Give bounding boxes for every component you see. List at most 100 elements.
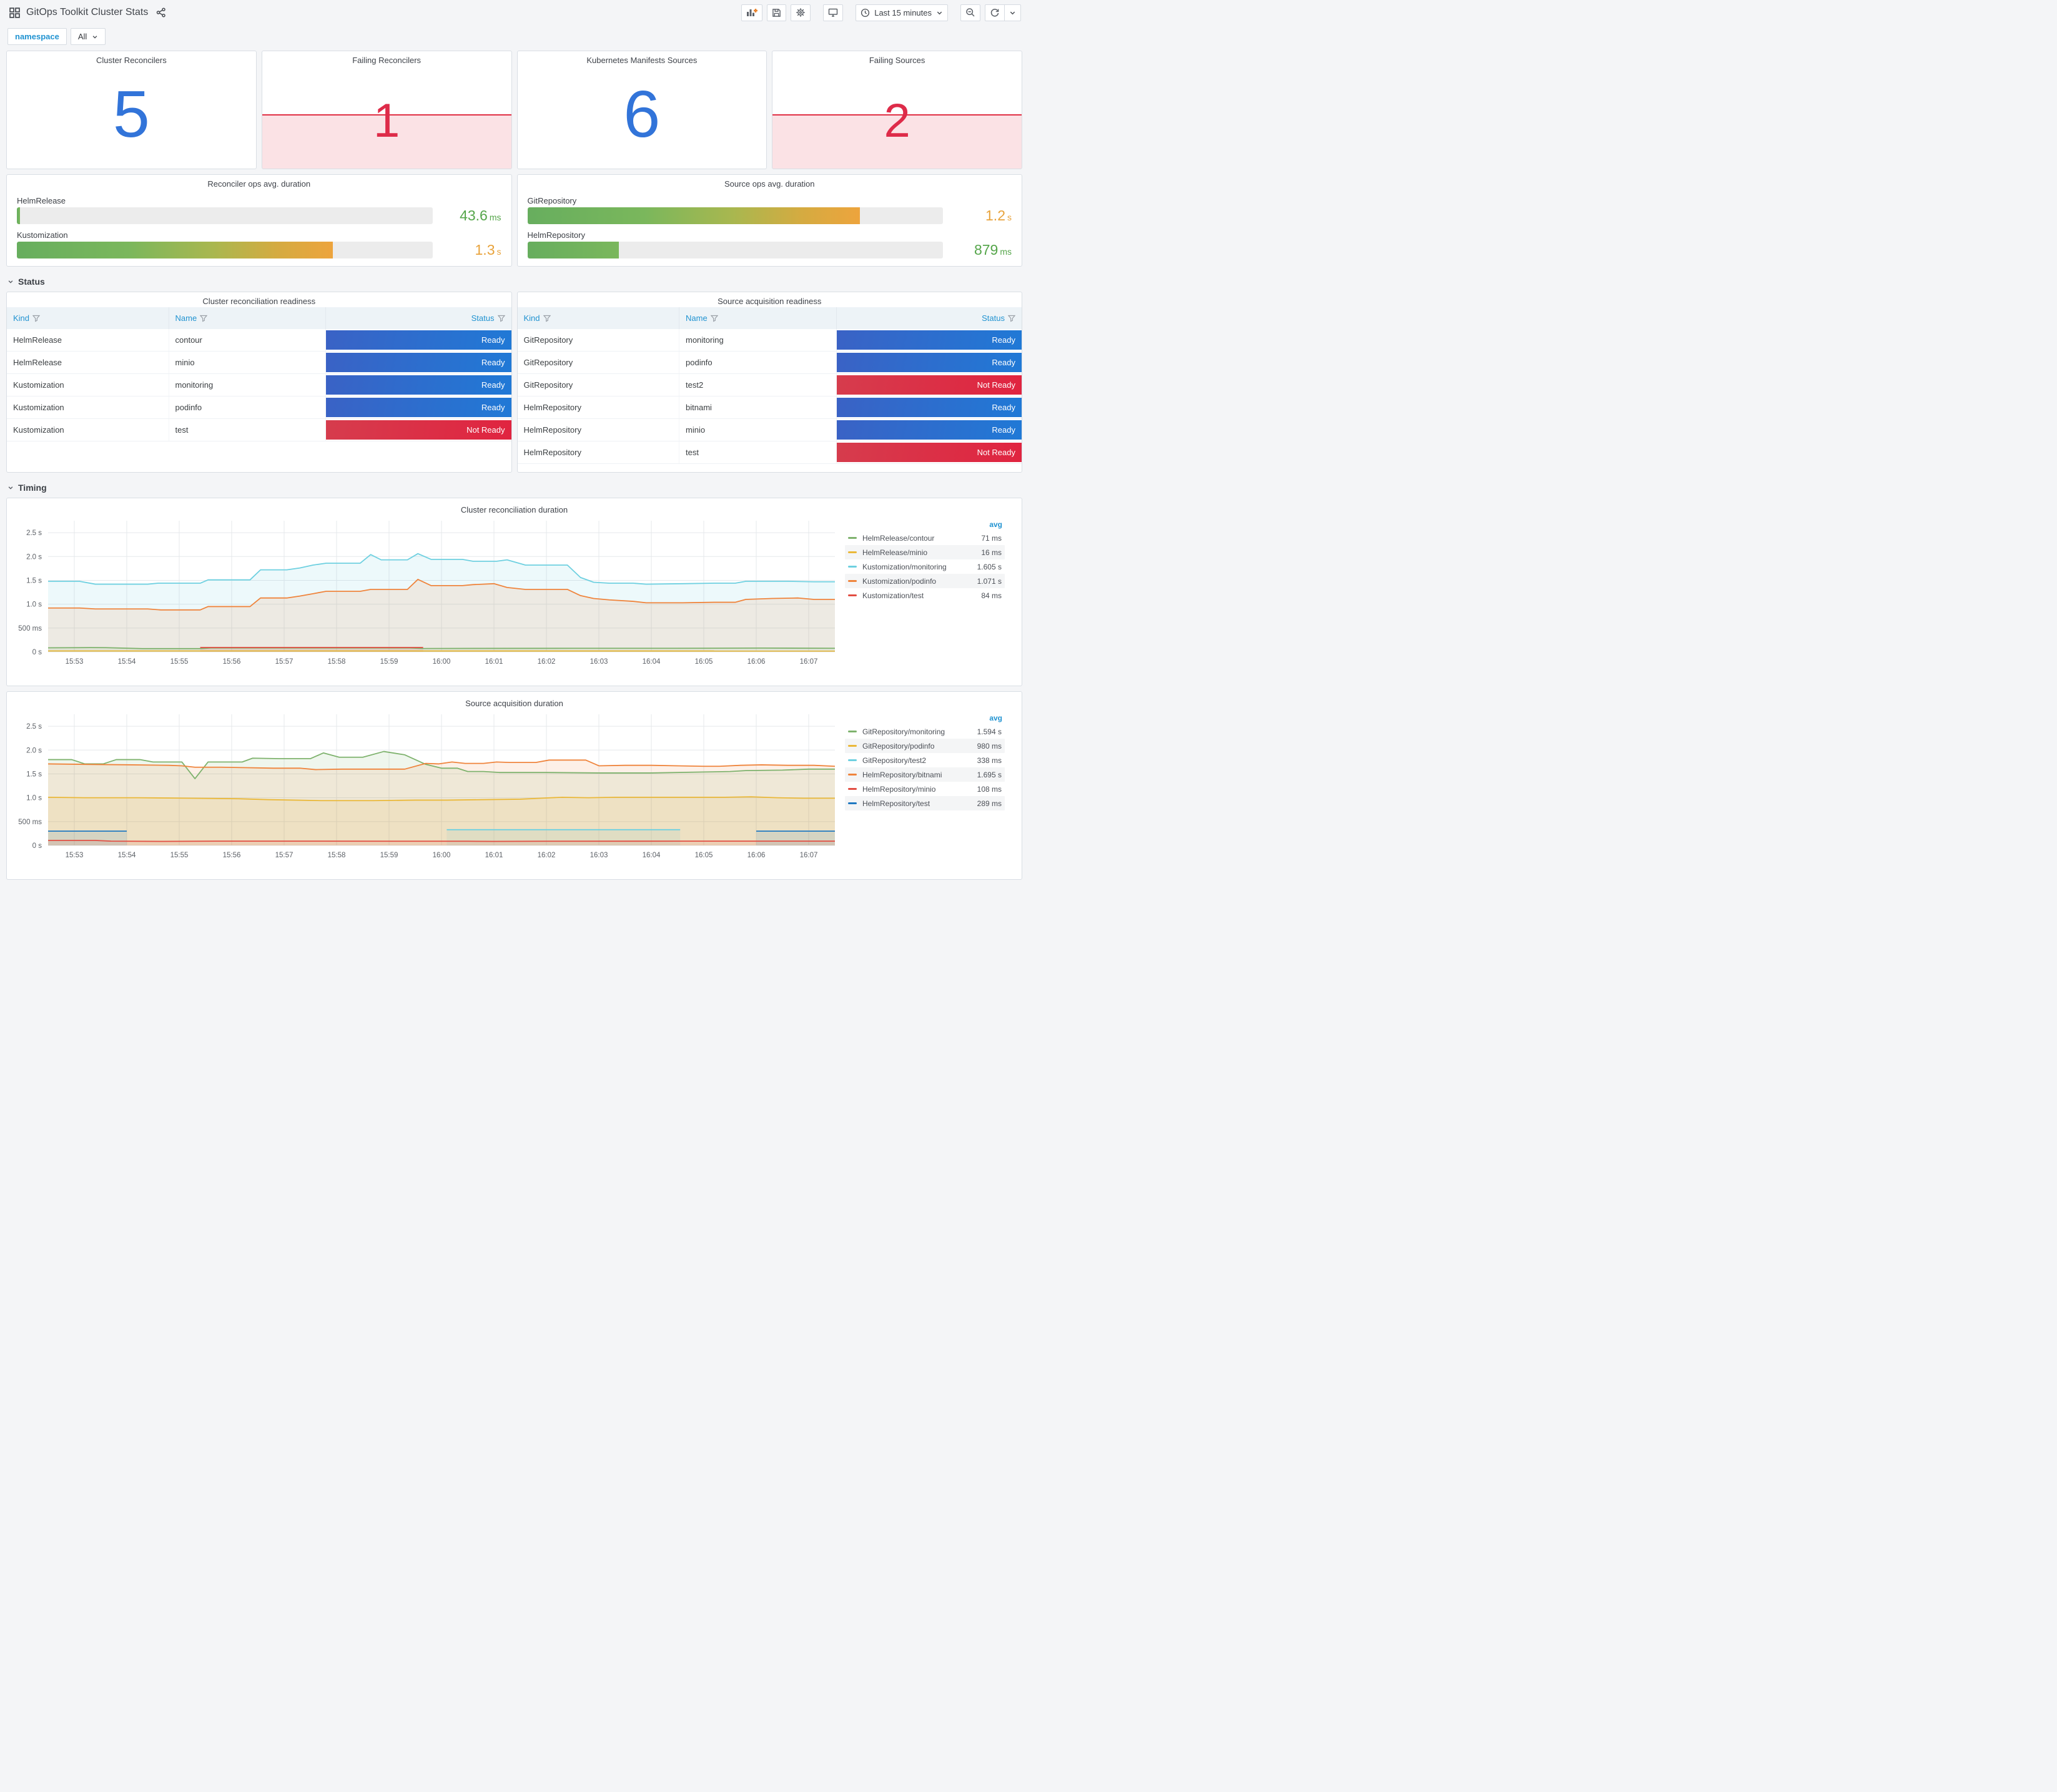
svg-text:16:00: 16:00 [433, 658, 451, 666]
chart-legend: avg HelmRelease/contour 71 ms HelmRelease/m… [842, 516, 1010, 603]
series-color-dash [848, 566, 857, 568]
series-name: HelmRelease/contour [862, 533, 935, 543]
gauge-line: 879 ms [527, 242, 1012, 258]
cell-status: Not Ready [836, 373, 1022, 396]
chart-panel-0: Cluster reconciliation duration 0 s 500 ms… [6, 498, 1022, 686]
filter-icon [1008, 315, 1015, 322]
gauge-panel-1: Source ops avg. duration GitRepository 1.2… [516, 174, 1022, 267]
column-header-name[interactable]: Name [169, 307, 327, 329]
series-name: HelmRepository/bitnami [862, 770, 942, 779]
stat-panel-3: Failing Sources 2 [772, 51, 1022, 169]
column-header-status[interactable]: Status [836, 307, 1022, 329]
legend-item[interactable]: HelmRelease/contour 71 ms [845, 531, 1005, 545]
legend-avg-header[interactable]: avg [845, 712, 1005, 724]
zoom-out-button[interactable] [960, 4, 980, 21]
gauge-label: GitRepository [527, 196, 577, 205]
status-badge: Ready [326, 398, 511, 417]
column-header-status[interactable]: Status [325, 307, 511, 329]
legend-avg-header[interactable]: avg [845, 518, 1005, 531]
column-header-kind[interactable]: Kind [517, 307, 679, 329]
svg-text:16:00: 16:00 [433, 852, 451, 859]
table-panel-title[interactable]: Cluster reconciliation readiness [7, 292, 511, 307]
svg-text:16:04: 16:04 [643, 852, 661, 859]
svg-text:16:05: 16:05 [695, 658, 713, 666]
cell-status: Ready [325, 373, 511, 396]
share-icon[interactable] [154, 6, 168, 19]
cell-kind: Kustomization [7, 373, 169, 396]
table-panel-title[interactable]: Source acquisition readiness [518, 292, 1022, 307]
cell-status: Ready [325, 329, 511, 352]
stat-value: 1 [373, 94, 400, 147]
gauge-panel-title[interactable]: Reconciler ops avg. duration [17, 175, 501, 190]
cell-name: contour [169, 329, 327, 352]
chart-title[interactable]: Source acquisition duration [12, 694, 1017, 709]
dashboard-title: GitOps Toolkit Cluster Stats [26, 7, 149, 17]
cell-kind: HelmRepository [517, 441, 679, 464]
gauge-panel-title[interactable]: Source ops avg. duration [528, 175, 1012, 190]
svg-text:16:05: 16:05 [695, 852, 713, 859]
legend-item[interactable]: GitRepository/monitoring 1.594 s [845, 724, 1005, 739]
series-avg-value: 1.594 s [977, 727, 1002, 736]
stat-panel-title[interactable]: Failing Sources [772, 51, 1022, 66]
svg-text:15:53: 15:53 [66, 852, 84, 859]
legend-item[interactable]: HelmRepository/bitnami 1.695 s [845, 767, 1005, 782]
series-name: Kustomization/test [862, 591, 924, 600]
section-timing[interactable]: Timing [6, 478, 1022, 498]
column-header-kind[interactable]: Kind [7, 307, 169, 329]
cycle-view-mode-button[interactable] [823, 4, 844, 21]
cell-name: monitoring [679, 329, 837, 352]
legend-item[interactable]: GitRepository/podinfo 980 ms [845, 739, 1005, 753]
series-color-dash [848, 594, 857, 596]
add-panel-button[interactable] [741, 4, 763, 21]
legend-item[interactable]: Kustomization/monitoring 1.605 s [845, 559, 1005, 574]
svg-text:16:01: 16:01 [485, 852, 503, 859]
svg-text:16:04: 16:04 [643, 658, 661, 666]
svg-text:16:01: 16:01 [485, 658, 503, 666]
chart-title[interactable]: Cluster reconciliation duration [12, 501, 1017, 516]
chevron-down-icon [8, 486, 13, 490]
table-row: Kustomization podinfo Ready [7, 396, 511, 419]
svg-text:15:55: 15:55 [170, 852, 189, 859]
svg-text:15:59: 15:59 [380, 658, 398, 666]
timeseries-plot[interactable]: 0 s 500 ms 1.0 s 1.5 s 2.0 s 2.5 s 15:53 15:54 1… [12, 516, 842, 669]
legend-item[interactable]: GitRepository/test2 338 ms [845, 753, 1005, 767]
svg-text:15:53: 15:53 [66, 658, 84, 666]
legend-item[interactable]: Kustomization/test 84 ms [845, 588, 1005, 603]
svg-text:16:06: 16:06 [747, 852, 766, 859]
legend-item[interactable]: HelmRelease/minio 16 ms [845, 545, 1005, 559]
series-name: Kustomization/monitoring [862, 562, 947, 571]
chart-legend: avg GitRepository/monitoring 1.594 s GitRep… [842, 709, 1010, 810]
section-status[interactable]: Status [6, 272, 1022, 292]
svg-text:15:57: 15:57 [275, 658, 294, 666]
gauge-value: 43.6 ms [460, 207, 501, 224]
refresh-interval-dropdown[interactable] [1005, 4, 1021, 21]
series-avg-value: 338 ms [977, 756, 1002, 765]
svg-text:1.5 s: 1.5 s [26, 577, 42, 584]
refresh-button[interactable] [985, 4, 1005, 21]
table-row: GitRepository monitoring Ready [517, 329, 1022, 352]
timeseries-plot[interactable]: 0 s 500 ms 1.0 s 1.5 s 2.0 s 2.5 s 15:53 15:54 1… [12, 709, 842, 863]
legend-item[interactable]: HelmRepository/test 289 ms [845, 796, 1005, 810]
legend-item[interactable]: HelmRepository/minio 108 ms [845, 782, 1005, 796]
variable-namespace-label[interactable]: namespace [7, 28, 67, 45]
gauge-item: HelmRepository 879 ms [527, 229, 1012, 258]
column-header-name[interactable]: Name [679, 307, 837, 329]
time-range-picker[interactable]: Last 15 minutes [856, 4, 948, 21]
apps-grid-icon[interactable] [7, 6, 21, 19]
gauge-track [527, 207, 943, 224]
cell-status: Ready [836, 351, 1022, 374]
svg-text:15:54: 15:54 [118, 658, 136, 666]
variable-namespace-value-dropdown[interactable]: All [70, 28, 106, 45]
dashboard-header: GitOps Toolkit Cluster Stats Last 15 min… [6, 0, 1022, 24]
gauge-label: Kustomization [17, 230, 68, 240]
svg-text:15:54: 15:54 [118, 852, 136, 859]
stat-panel-title[interactable]: Failing Reconcilers [262, 51, 511, 66]
status-badge: Ready [836, 330, 1022, 350]
save-dashboard-button[interactable] [767, 4, 787, 21]
svg-text:0 s: 0 s [32, 649, 42, 656]
series-color-dash [848, 731, 857, 732]
dashboard-toolbar: Last 15 minutes [741, 4, 1021, 21]
dashboard-settings-button[interactable] [791, 4, 811, 21]
gauge-bar-fill [527, 242, 619, 258]
legend-item[interactable]: Kustomization/podinfo 1.071 s [845, 574, 1005, 588]
